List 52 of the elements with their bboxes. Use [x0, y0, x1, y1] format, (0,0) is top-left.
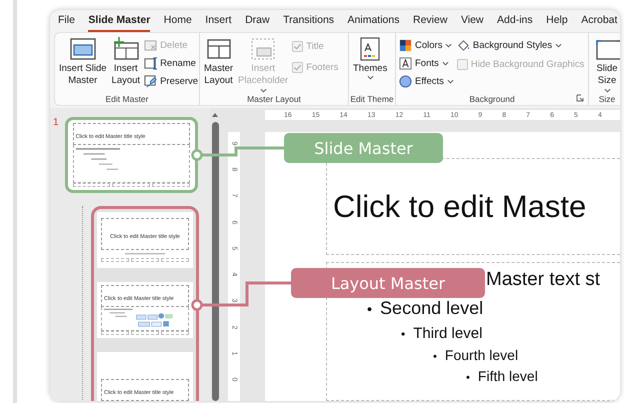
ribbon-button[interactable]: Fonts [399, 56, 454, 71]
bullet: • [466, 372, 470, 385]
color-squares-icon [399, 39, 412, 52]
group-label: Master Layout [247, 94, 301, 104]
scrollbar-thumb[interactable] [212, 122, 218, 401]
ribbon-tab[interactable]: Add-ins [497, 14, 533, 32]
ribbon-button[interactable]: Slide Size [592, 36, 620, 94]
ribbon-button[interactable]: Rename [144, 56, 198, 71]
scroll-up-icon[interactable] [211, 112, 219, 118]
slide-title: Click to edit Maste [333, 188, 586, 224]
layout-grid-icon [204, 37, 233, 61]
ribbon-button[interactable]: Background Styles [456, 38, 584, 53]
group-label: Size [598, 94, 616, 104]
ribbon-tab[interactable]: File [58, 14, 75, 32]
group-label: Background [469, 94, 515, 104]
ribbon-tab[interactable]: Review [413, 14, 448, 32]
placeholder-icon [249, 37, 278, 61]
body-text: Third level [413, 324, 482, 342]
slide-icon [68, 37, 97, 61]
bullet: • [433, 350, 437, 364]
group-label: Edit Master [106, 94, 148, 104]
ribbon-button[interactable]: Master Layout [203, 36, 234, 94]
callout-label: Layout Master [291, 268, 485, 298]
circle-icon [399, 75, 412, 88]
bullet: • [367, 302, 372, 318]
ribbon-tab[interactable]: Acrobat [581, 14, 618, 32]
ribbon-tab[interactable]: Animations [348, 14, 400, 32]
ribbon-tab[interactable]: View [460, 14, 484, 32]
ribbon-button[interactable]: Colors [399, 38, 454, 53]
bullet: • [401, 328, 406, 342]
ribbon-tab[interactable]: Draw [245, 14, 270, 32]
ribbon-tab[interactable]: Home [164, 14, 192, 32]
body-text: Fourth level [444, 346, 518, 363]
ribbon-button[interactable]: Preserve [144, 74, 198, 89]
ribbon-button[interactable]: Insert Layout [110, 36, 142, 92]
dialog-launcher-icon[interactable] [576, 94, 585, 103]
body-text: Master text st [486, 269, 600, 291]
slide-number: 1 [53, 117, 59, 128]
ribbon-button[interactable]: Effects [399, 74, 454, 89]
font-box-icon [399, 57, 412, 70]
layout-icon [112, 37, 140, 61]
ribbon-button[interactable]: Insert Slide Master [58, 36, 108, 92]
ribbon-tab[interactable]: Insert [205, 14, 232, 32]
body-text: Second level [380, 298, 484, 319]
ribbon-tab[interactable]: Help [546, 14, 568, 32]
callout-label: Slide Master [284, 133, 443, 163]
group-label: Edit Theme [350, 94, 394, 104]
body-text: Fifth level [478, 368, 538, 384]
delete-slide-icon [144, 39, 158, 52]
rename-icon [144, 57, 158, 70]
ribbon-tab[interactable]: Transitions [283, 14, 334, 32]
ribbon-button[interactable]: Themes [352, 36, 388, 92]
